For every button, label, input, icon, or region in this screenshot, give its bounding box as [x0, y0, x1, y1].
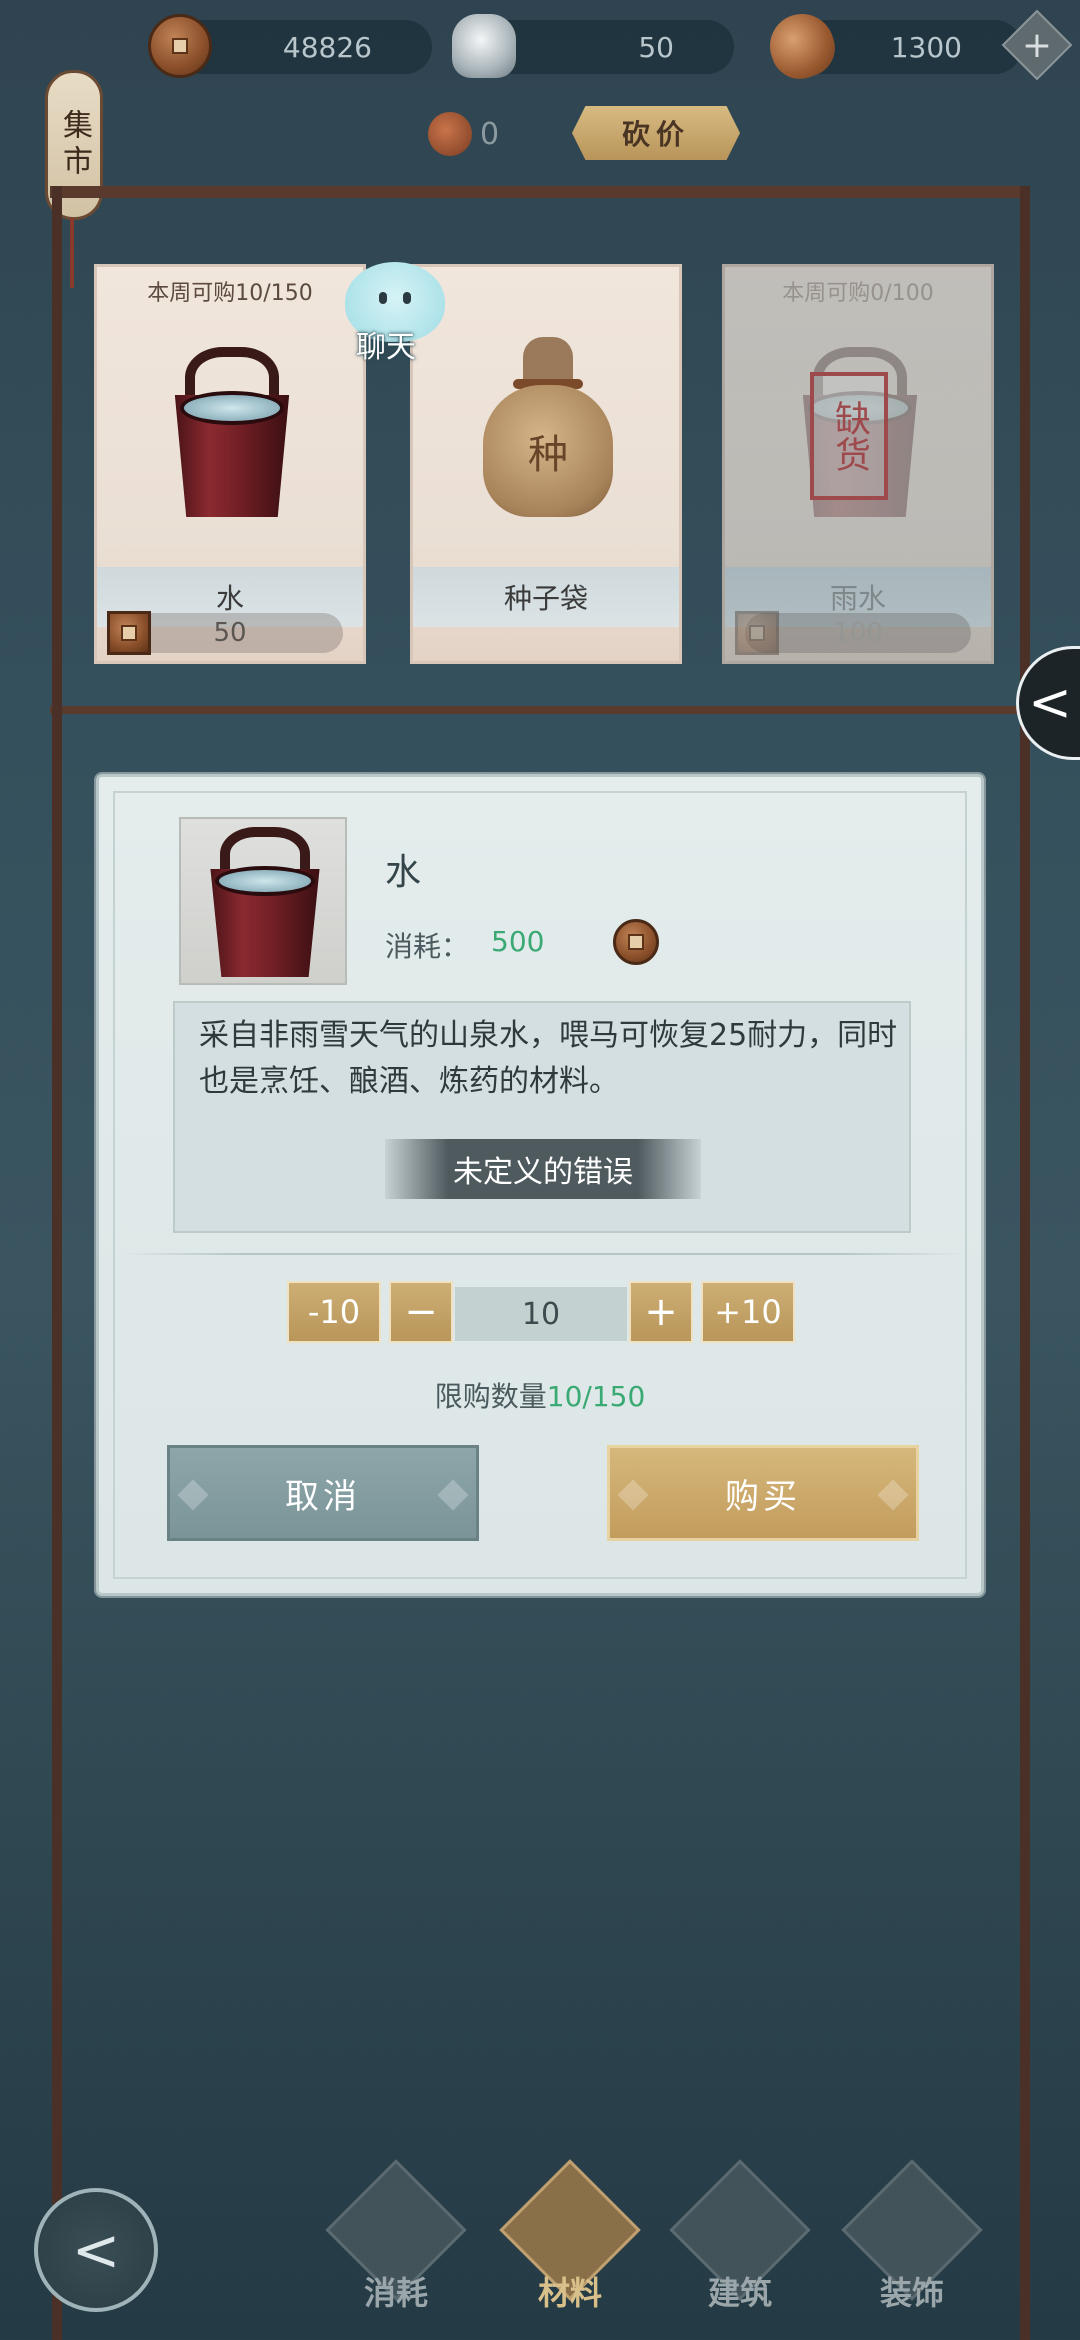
error-message: 未定义的错误 — [385, 1139, 701, 1199]
quantity-input[interactable]: 10 — [455, 1287, 627, 1341]
divider — [119, 1253, 965, 1255]
tab-label: 装饰 — [879, 2274, 944, 2312]
copper-coin-icon — [613, 919, 659, 965]
purchase-limit: 限购数量10/150 — [99, 1375, 981, 1415]
silver-ingot-icon — [452, 14, 516, 78]
sign-tassel — [70, 218, 74, 288]
copper-coin-counter: 48826 — [176, 20, 432, 74]
seed-bag-icon: 种 — [483, 337, 613, 517]
shop-item-seed-bag[interactable]: 种 种子袋 — [410, 264, 682, 664]
minus-ten-button[interactable]: -10 — [287, 1281, 381, 1343]
tab-materials[interactable]: 材料 — [499, 2159, 641, 2320]
tab-decorations[interactable]: 装饰 — [841, 2159, 983, 2320]
cost-value: 500 — [491, 925, 545, 958]
copper-coin-amount: 48826 — [282, 30, 372, 64]
price-amount: 50 — [213, 618, 247, 648]
shelf-middle-beam — [50, 706, 1030, 714]
tab-label: 建筑 — [707, 2274, 772, 2312]
weekly-limit-label: 本周可购0/100 — [782, 281, 934, 306]
weekly-limit-label: 本周可购10/150 — [147, 281, 313, 306]
water-bucket-icon — [167, 347, 297, 517]
item-thumbnail — [179, 817, 347, 985]
shop-item-water[interactable]: 本周可购10/150 水 50 — [94, 264, 366, 664]
item-price: 100 — [735, 611, 971, 655]
add-currency-button[interactable]: + — [1001, 9, 1073, 81]
silver-ingot-amount: 50 — [638, 30, 674, 64]
item-description-box: 采自非雨雪天气的山泉水，喂马可恢复25耐力，同时也是烹饪、酿酒、炼药的材料。 未… — [173, 1001, 911, 1233]
buy-button[interactable]: 购买 — [607, 1445, 919, 1541]
bargain-counter: 0 — [428, 112, 499, 156]
tab-label: 消耗 — [363, 2274, 428, 2312]
shell-amount: 1300 — [890, 30, 962, 64]
bargain-count: 0 — [480, 116, 500, 152]
back-button[interactable]: < — [34, 2188, 158, 2312]
purchase-limit-value: 10/150 — [546, 1380, 646, 1413]
copper-coin-icon — [148, 14, 212, 78]
shelf-right-post — [1020, 186, 1030, 2340]
chevron-left-icon: < — [1028, 673, 1072, 733]
copper-coin-icon — [107, 611, 151, 655]
item-title: 水 — [385, 852, 422, 893]
buy-button-label: 购买 — [725, 1476, 801, 1517]
shelf-top-beam — [50, 186, 1030, 198]
cancel-button[interactable]: 取消 — [167, 1445, 479, 1541]
bargain-button[interactable]: 砍价 — [572, 106, 740, 160]
purchase-dialog: 水 消耗： 500 采自非雨雪天气的山泉水，喂马可恢复25耐力，同时也是烹饪、酿… — [96, 774, 984, 1596]
tab-consumables[interactable]: 消耗 — [325, 2159, 467, 2320]
tab-buildings[interactable]: 建筑 — [669, 2159, 811, 2320]
shell-currency-icon — [760, 4, 844, 88]
copper-coin-icon — [735, 611, 779, 655]
item-name: 种子袋 — [413, 567, 679, 627]
cost-label: 消耗： — [385, 930, 470, 963]
plus-icon: + — [1021, 24, 1053, 66]
price-amount: 100 — [833, 618, 883, 648]
back-arrow-icon: < — [71, 2216, 121, 2284]
bargain-knife-icon — [428, 112, 472, 156]
water-bucket-icon — [203, 827, 327, 977]
tab-label: 材料 — [537, 2274, 602, 2312]
seed-bag-glyph: 种 — [483, 385, 613, 517]
shop-item-rainwater[interactable]: 本周可购0/100 缺货 雨水 100 — [722, 264, 994, 664]
purchase-limit-label: 限购数量 — [434, 1380, 547, 1413]
plus-button[interactable]: + — [629, 1281, 693, 1343]
item-description: 采自非雨雪天气的山泉水，喂马可恢复25耐力，同时也是烹饪、酿酒、炼药的材料。 — [199, 1018, 898, 1099]
minus-button[interactable]: − — [389, 1281, 453, 1343]
item-price: 50 — [107, 611, 343, 655]
cancel-button-label: 取消 — [285, 1476, 361, 1517]
chat-label[interactable]: 聊天 — [356, 322, 416, 366]
out-of-stock-stamp: 缺货 — [810, 372, 888, 500]
shelf-left-post — [52, 186, 62, 2340]
plus-ten-button[interactable]: +10 — [701, 1281, 795, 1343]
